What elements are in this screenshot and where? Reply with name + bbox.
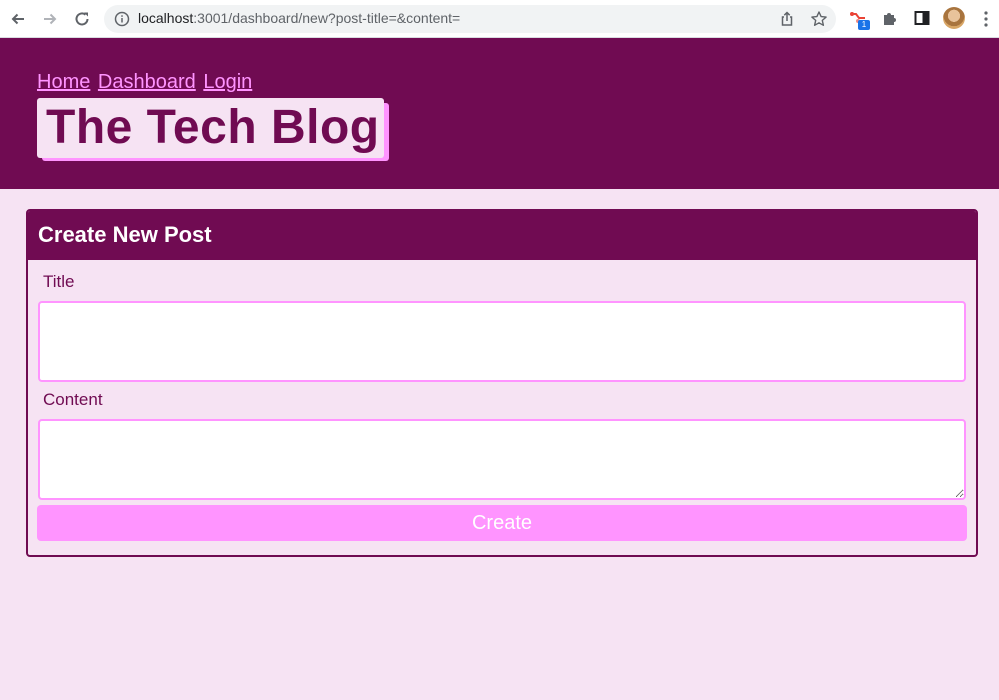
site-header: Home Dashboard Login The Tech Blog [0,38,999,189]
url-path: :3001/dashboard/new?post-title=&content= [193,10,461,26]
site-title: The Tech Blog [37,98,384,158]
url-text[interactable]: localhost:3001/dashboard/new?post-title=… [138,10,460,26]
address-bar[interactable]: localhost:3001/dashboard/new?post-title=… [104,5,836,33]
extension-icon[interactable]: 1 [848,9,870,30]
card-heading: Create New Post [28,211,976,260]
create-button[interactable]: Create [37,505,967,541]
nav-link-dashboard[interactable]: Dashboard [98,71,196,93]
nav-link-home[interactable]: Home [37,71,90,93]
title-input[interactable] [38,301,966,382]
url-host: localhost [138,10,194,26]
reload-icon[interactable] [72,9,92,29]
browser-toolbar: localhost:3001/dashboard/new?post-title=… [0,0,999,38]
nav-link-login[interactable]: Login [203,71,252,93]
back-icon[interactable] [8,9,28,29]
forward-icon[interactable] [40,9,60,29]
extension-badge: 1 [858,20,870,30]
create-post-card: Create New Post Title Content Create [26,209,978,557]
star-icon[interactable] [810,10,828,28]
site-logo: The Tech Blog [37,98,389,161]
content-label: Content [43,390,103,409]
title-label: Title [43,272,75,291]
menu-icon[interactable] [984,11,988,27]
info-icon[interactable] [114,11,130,27]
profile-avatar[interactable] [943,7,965,29]
share-icon[interactable] [778,10,796,28]
site-nav: Home Dashboard Login [37,71,254,94]
side-panel-icon[interactable] [913,9,933,29]
content-textarea[interactable] [38,419,966,500]
puzzle-icon[interactable] [881,9,901,29]
